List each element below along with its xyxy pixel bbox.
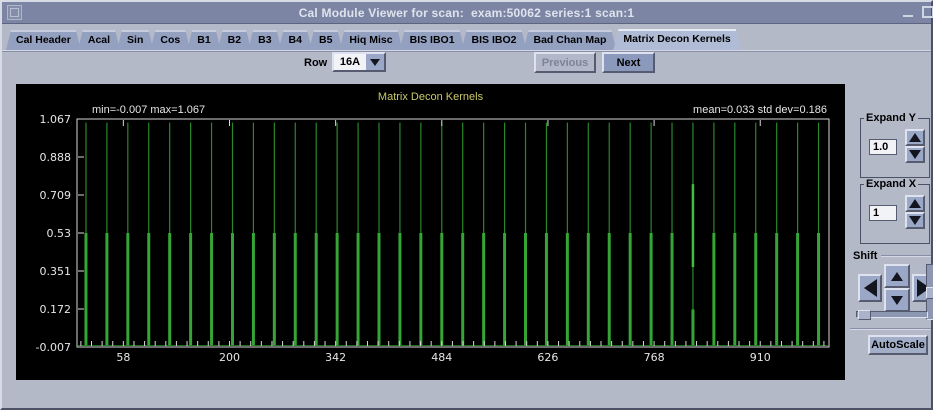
app-window: Cal Module Viewer for scan: exam:50062 s… (0, 0, 933, 410)
shift-horizontal-slider[interactable] (856, 310, 928, 320)
next-button[interactable]: Next (602, 52, 655, 73)
y-tick-label: -0.007 (36, 341, 71, 354)
y-tick-label: 1.067 (40, 113, 72, 126)
titlebar[interactable]: Cal Module Viewer for scan: exam:50062 s… (2, 2, 933, 24)
tab-bis-ibo1[interactable]: BIS IBO1 (400, 30, 465, 50)
shift-up-button[interactable] (884, 264, 910, 288)
x-tick-label: 626 (537, 351, 558, 364)
tab-acal[interactable]: Acal (78, 30, 120, 50)
expand-y-input[interactable] (869, 139, 897, 155)
maximize-icon[interactable] (922, 6, 933, 18)
expand-x-spinner (905, 195, 925, 229)
tab-hiq-misc[interactable]: Hiq Misc (339, 30, 402, 50)
up-arrow-icon (891, 271, 903, 281)
shift-label: Shift (853, 250, 878, 262)
expand-y-label: Expand Y (864, 112, 918, 124)
expand-y-spinner (905, 129, 925, 163)
tab-bar: Cal Header Acal Sin Cos B1 B2 B3 B4 B5 Hiq Misc BI… (6, 29, 931, 50)
up-arrow-icon (909, 199, 921, 208)
expand-y-up-button[interactable] (905, 129, 925, 146)
expand-x-down-button[interactable] (905, 212, 925, 229)
x-tick-label: 910 (750, 351, 771, 364)
expand-x-group: Expand X (860, 178, 930, 244)
previous-button[interactable]: Previous (534, 52, 596, 73)
horizontal-slider-handle[interactable] (858, 310, 871, 320)
x-tick-label: 58 (116, 351, 130, 364)
plot-panel: Matrix Decon Kernels min=-0.007 max=1.06… (16, 84, 845, 380)
autoscale-button[interactable]: AutoScale (868, 335, 928, 355)
row-select-value: 16A (334, 54, 366, 70)
row-label: Row (304, 57, 328, 69)
tab-b2[interactable]: B2 (218, 30, 251, 50)
window-title: Cal Module Viewer for scan: exam:50062 s… (298, 5, 635, 20)
tab-b3[interactable]: B3 (248, 30, 281, 50)
y-tick-label: 0.53 (47, 227, 72, 240)
expand-x-input[interactable] (869, 205, 897, 221)
tab-b1[interactable]: B1 (187, 30, 220, 50)
row-select[interactable]: 16A (332, 52, 386, 72)
x-tick-label: 484 (431, 351, 452, 364)
y-tick-label: 0.888 (40, 151, 72, 164)
tab-matrix-decon-kernels[interactable]: Matrix Decon Kernels (613, 29, 740, 50)
x-tick-label: 768 (644, 351, 665, 364)
dropdown-arrow-icon[interactable] (366, 54, 384, 70)
x-tick-label: 342 (325, 351, 346, 364)
expand-y-down-button[interactable] (905, 146, 925, 163)
tab-sin[interactable]: Sin (117, 30, 153, 50)
left-arrow-icon (863, 279, 877, 297)
window-menu-icon[interactable] (7, 5, 22, 20)
down-arrow-icon (909, 216, 921, 225)
down-arrow-icon (909, 150, 921, 159)
down-arrow-icon (891, 295, 903, 305)
vertical-slider-handle[interactable] (926, 287, 933, 299)
panel-separator (850, 328, 931, 330)
shift-left-button[interactable] (858, 274, 882, 302)
tab-cos[interactable]: Cos (150, 30, 190, 50)
y-tick-label: 0.709 (40, 189, 72, 202)
y-tick-label: 0.351 (40, 265, 72, 278)
expand-x-label: Expand X (864, 178, 919, 190)
shift-down-button[interactable] (884, 288, 910, 312)
tab-bis-ibo2[interactable]: BIS IBO2 (462, 30, 527, 50)
tab-bad-chan-map[interactable]: Bad Chan Map (523, 30, 616, 50)
x-tick-label: 200 (219, 351, 240, 364)
tab-b4[interactable]: B4 (279, 30, 312, 50)
tab-cal-header[interactable]: Cal Header (6, 30, 81, 50)
chart-canvas: 1.067 0.888 0.709 0.53 0.351 0.172 -0.007 58 200… (36, 113, 830, 364)
minimize-icon[interactable] (902, 6, 914, 18)
window-buttons (902, 6, 933, 18)
tab-underline (2, 50, 931, 52)
expand-y-group: Expand Y (860, 112, 930, 178)
tab-b5[interactable]: B5 (309, 30, 342, 50)
y-tick-label: 0.172 (40, 303, 72, 316)
expand-x-up-button[interactable] (905, 195, 925, 212)
shift-rule (881, 255, 931, 257)
up-arrow-icon (909, 133, 921, 142)
